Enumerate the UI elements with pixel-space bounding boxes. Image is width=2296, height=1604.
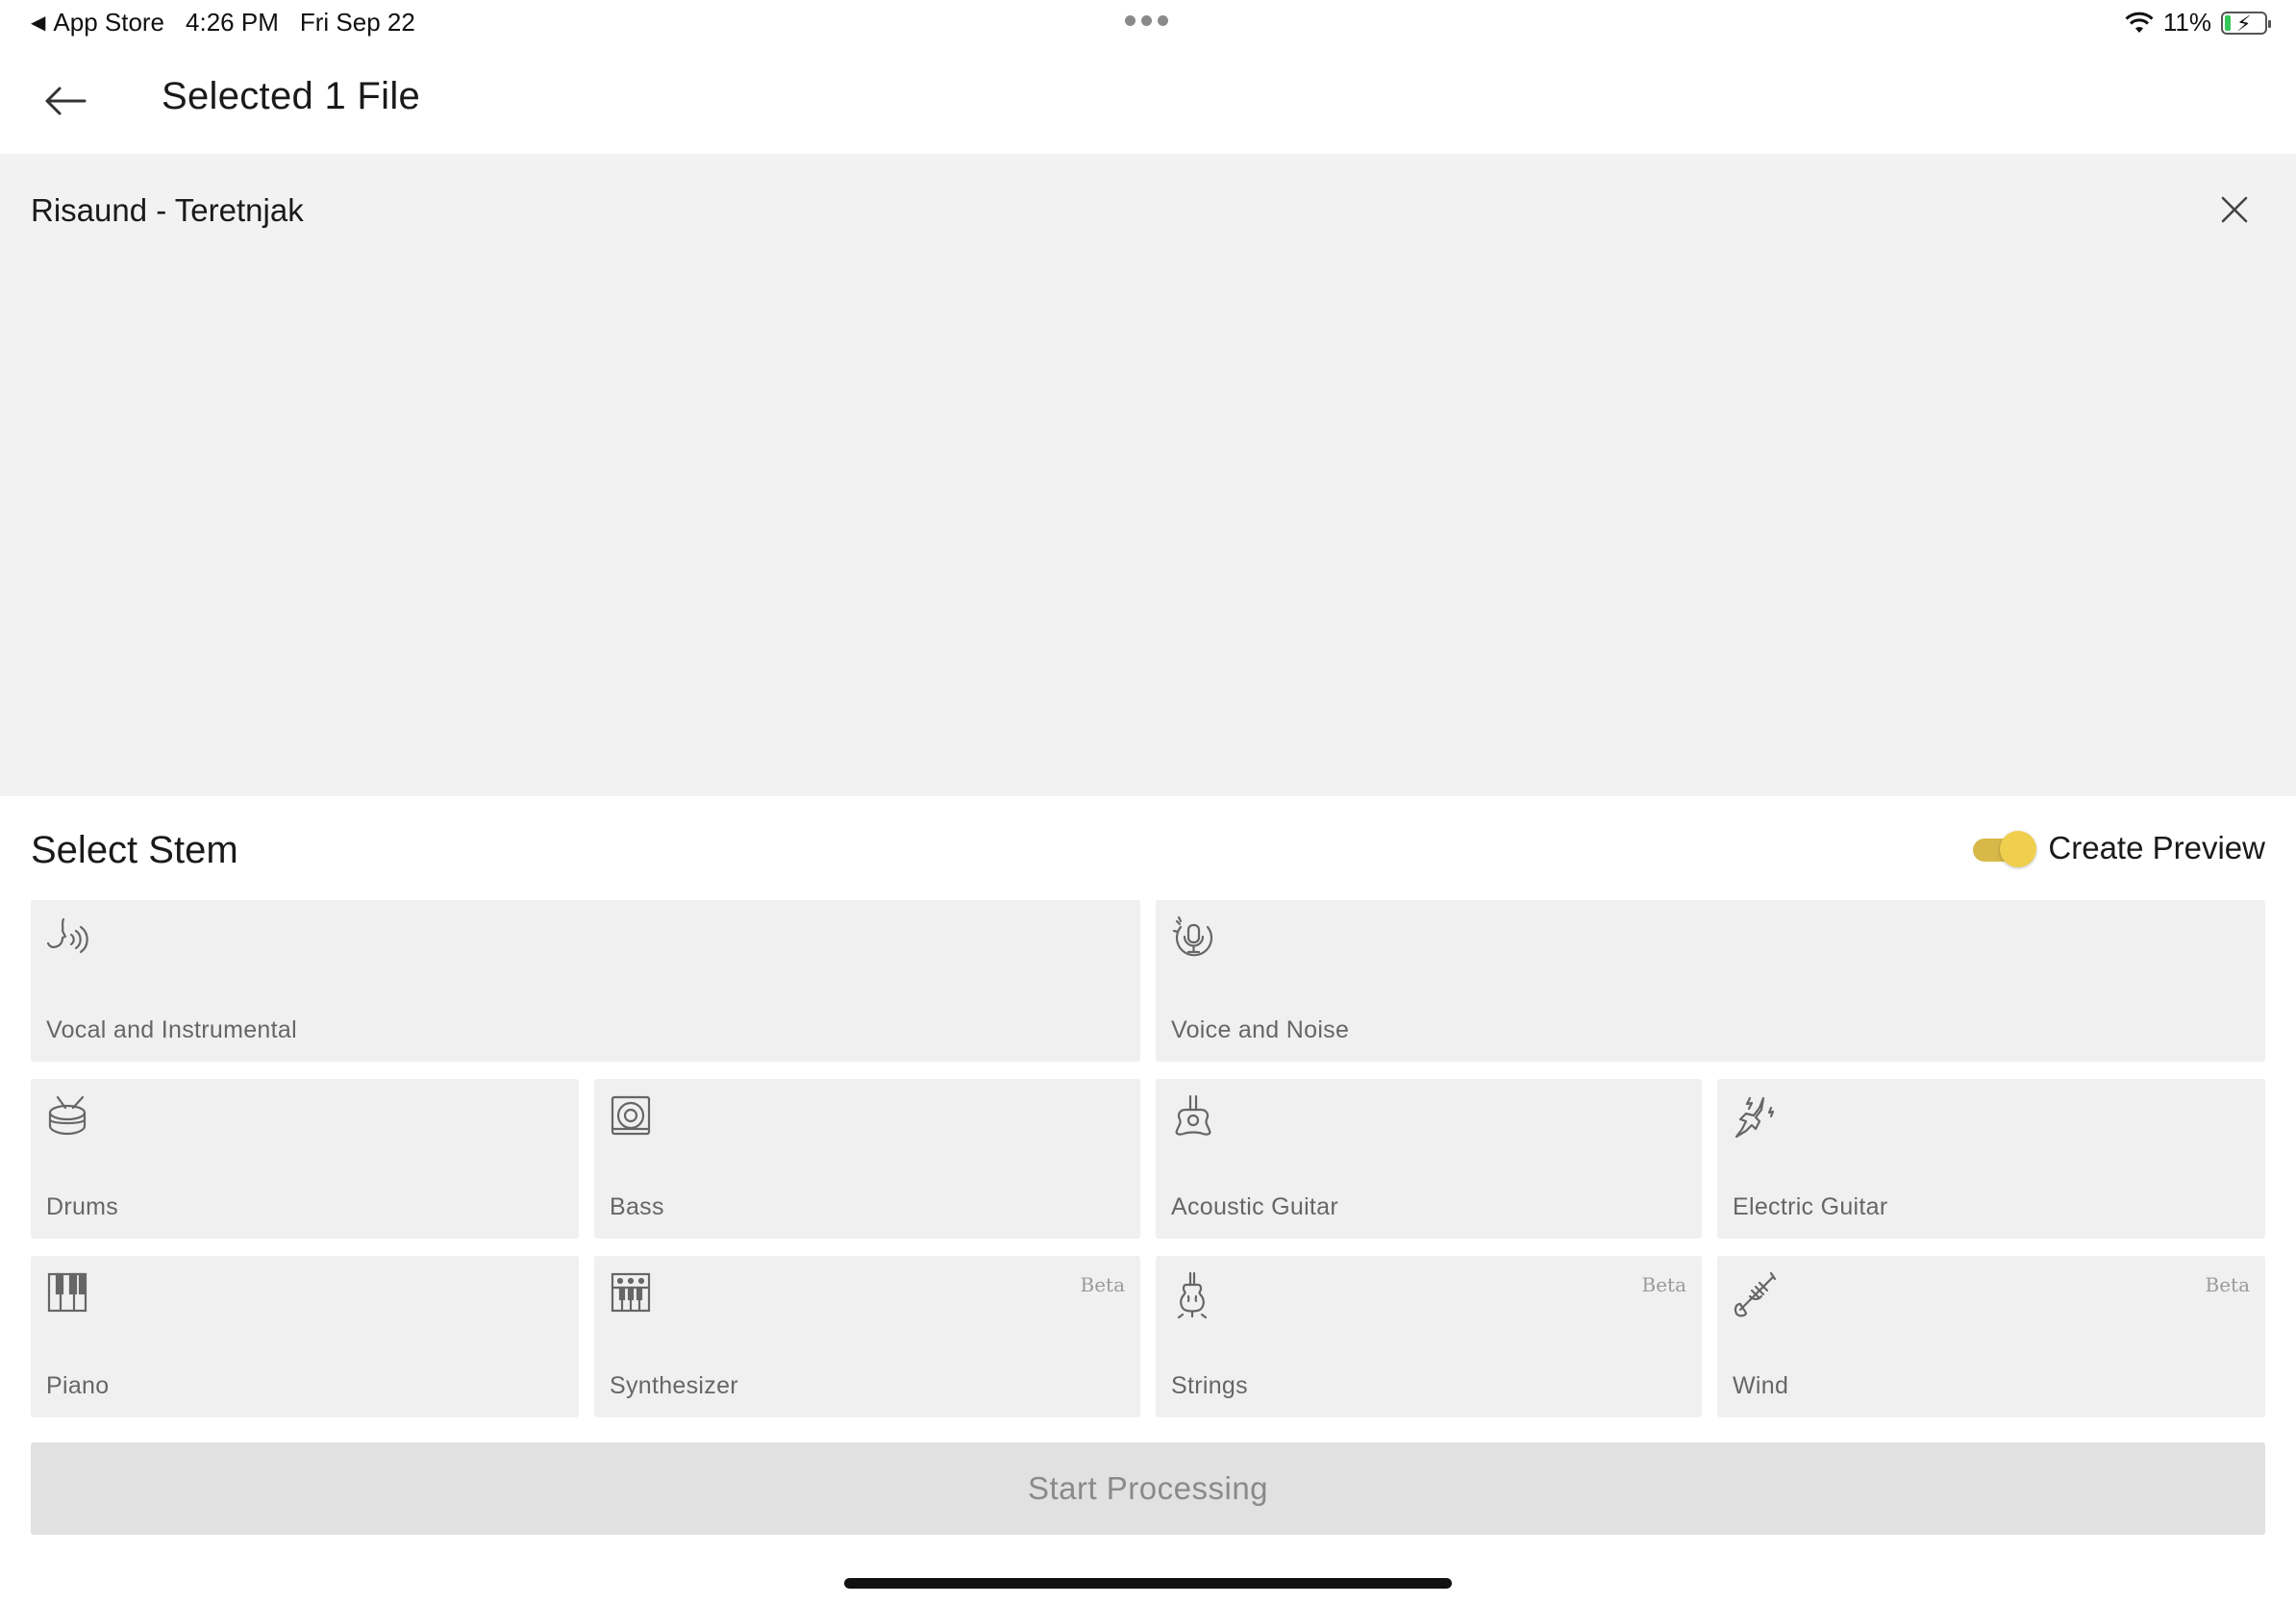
wifi-icon [2125,12,2154,35]
speaker-icon [610,1094,658,1142]
stem-label: Strings [1171,1372,1248,1399]
status-left: ◀ App Store 4:26 PM Fri Sep 22 [31,8,415,38]
battery-percent: 11% [2162,8,2211,37]
stem-electric-guitar[interactable]: Electric Guitar [1717,1079,2265,1239]
stem-vocal-and-instrumental[interactable]: Vocal and Instrumental [31,900,1140,1062]
piano-icon [46,1271,94,1319]
multitasking-dots-icon[interactable] [1125,15,1168,26]
stem-piano[interactable]: Piano [31,1256,579,1417]
status-bar: ◀ App Store 4:26 PM Fri Sep 22 11% ⚡ [0,0,2296,48]
stem-voice-and-noise[interactable]: Voice and Noise [1156,900,2265,1062]
electric-guitar-icon [1733,1094,1781,1142]
create-preview-toggle[interactable] [1973,829,2037,867]
status-right: 11% ⚡ [2125,8,2271,38]
stem-label: Voice and Noise [1171,1016,1350,1043]
beta-badge: Beta [1080,1273,1126,1296]
stem-label: Piano [46,1372,110,1399]
stem-label: Synthesizer [610,1372,738,1399]
start-processing-button[interactable]: Start Processing [31,1442,2265,1535]
select-stem-title: Select Stem [31,829,238,871]
violin-icon [1171,1271,1219,1319]
status-time: 4:26 PM [186,8,279,37]
create-preview-label: Create Preview [2048,830,2265,865]
beta-badge: Beta [2205,1273,2251,1296]
stem-bass[interactable]: Bass [594,1079,1140,1239]
battery-charging-icon: ⚡ [2221,11,2271,36]
acoustic-guitar-icon [1171,1094,1219,1142]
trumpet-icon [1733,1271,1781,1319]
back-app-label[interactable]: App Store [53,8,164,38]
remove-file-button[interactable] [2213,188,2256,231]
drum-icon [46,1094,94,1142]
synthesizer-icon [610,1271,658,1319]
status-date: Fri Sep 22 [299,8,415,37]
create-preview-control: Create Preview [1973,829,2265,867]
app-screen: ◀ App Store 4:26 PM Fri Sep 22 11% ⚡ Sel… [0,0,2296,1604]
page-title: Selected 1 File [162,75,421,117]
file-name: Risaund - Teretnjak [31,192,304,228]
selected-file-panel: Risaund - Teretnjak [0,154,2296,796]
stem-label: Drums [46,1193,119,1220]
close-icon [2221,196,2248,223]
vocal-icon [46,915,94,964]
stem-strings[interactable]: Beta Strings [1156,1256,1702,1417]
back-to-app-icon[interactable]: ◀ [31,11,45,35]
stem-label: Wind [1733,1372,1789,1399]
stem-synthesizer[interactable]: Beta Synthesizer [594,1256,1140,1417]
microphone-noise-icon [1171,915,1219,964]
stem-label: Bass [610,1193,664,1220]
stem-label: Electric Guitar [1733,1193,1888,1220]
stem-drums[interactable]: Drums [31,1079,579,1239]
header: Selected 1 File [0,48,2296,154]
beta-badge: Beta [1641,1273,1687,1296]
stem-acoustic-guitar[interactable]: Acoustic Guitar [1156,1079,1702,1239]
back-arrow-icon [45,87,87,115]
stem-wind[interactable]: Beta Wind [1717,1256,2265,1417]
stem-label: Acoustic Guitar [1171,1193,1339,1220]
stem-label: Vocal and Instrumental [46,1016,297,1043]
home-indicator[interactable] [844,1578,1452,1589]
back-button[interactable] [38,77,92,125]
